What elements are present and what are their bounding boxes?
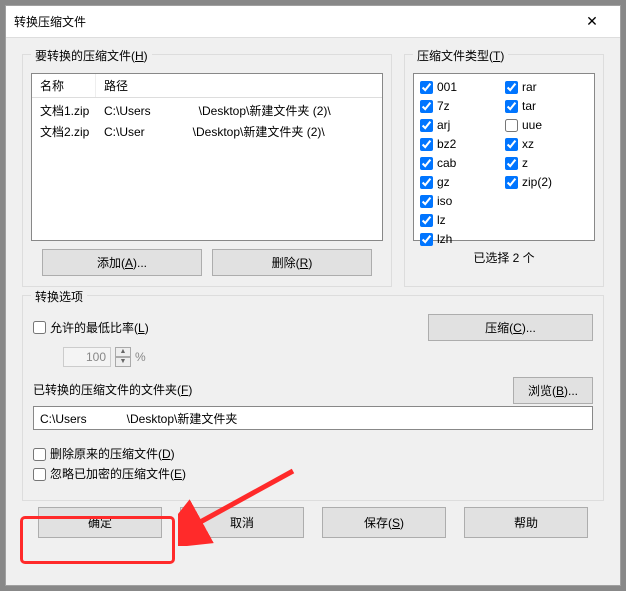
type-uue[interactable]: uue [505,116,588,134]
types-group: 压缩文件类型(T) 001 7z arj bz2 cab gz iso lz l… [404,54,604,287]
ratio-input [63,347,111,367]
files-group: 要转换的压缩文件(H) 名称 路径 文档1.zipC:\Users\Deskto… [22,54,392,287]
col-name[interactable]: 名称 [32,74,96,97]
titlebar: 转换压缩文件 ✕ [6,6,620,38]
table-row[interactable]: 文档2.zipC:\User\Desktop\新建文件夹 (2)\ [32,121,382,142]
types-legend: 压缩文件类型(T) [413,47,508,64]
type-7z[interactable]: 7z [420,97,503,115]
percent-label: % [135,350,146,364]
type-lz[interactable]: lz [420,211,503,229]
folder-label: 已转换的压缩文件的文件夹(F) [33,381,192,398]
spin-down-icon: ▼ [115,357,131,367]
type-001[interactable]: 001 [420,78,503,96]
type-rar[interactable]: rar [505,78,588,96]
type-iso[interactable]: iso [420,192,503,210]
delete-orig-checkbox[interactable]: 删除原来的压缩文件(D) [33,444,593,464]
type-xz[interactable]: xz [505,135,588,153]
spin-up-icon: ▲ [115,347,131,357]
type-bz2[interactable]: bz2 [420,135,503,153]
help-button[interactable]: 帮助 [464,507,588,538]
col-path[interactable]: 路径 [96,74,382,97]
type-lzh[interactable]: lzh [420,230,503,248]
type-gz[interactable]: gz [420,173,503,191]
folder-input[interactable] [33,406,593,430]
dialog-window: 转换压缩文件 ✕ 要转换的压缩文件(H) 名称 路径 文档1.zipC:\Use… [5,5,621,586]
type-zip(2)[interactable]: zip(2) [505,173,588,191]
allow-ratio-checkbox[interactable]: 允许的最低比率(L) [33,319,149,337]
files-legend: 要转换的压缩文件(H) [31,47,152,64]
ratio-spinner[interactable]: ▲ ▼ % [63,347,593,367]
window-title: 转换压缩文件 [14,13,572,30]
delete-button[interactable]: 删除(R) [212,249,372,276]
type-z[interactable]: z [505,154,588,172]
cancel-button[interactable]: 取消 [180,507,304,538]
selected-count: 已选择 2 个 [413,249,595,266]
browse-button[interactable]: 浏览(B)... [513,377,593,404]
type-cab[interactable]: cab [420,154,503,172]
close-button[interactable]: ✕ [572,7,612,37]
options-legend: 转换选项 [31,288,87,305]
save-button[interactable]: 保存(S) [322,507,446,538]
spinner-buttons: ▲ ▼ [115,347,131,367]
ok-button[interactable]: 确定 [38,507,162,538]
options-group: 转换选项 允许的最低比率(L) 压缩(C)... ▲ ▼ % 已转换的压缩文件的… [22,295,604,501]
compress-button[interactable]: 压缩(C)... [428,314,593,341]
list-header: 名称 路径 [32,74,382,98]
add-button[interactable]: 添加(A)... [42,249,202,276]
ignore-encrypted-checkbox[interactable]: 忽略已加密的压缩文件(E) [33,464,593,484]
types-list: 001 7z arj bz2 cab gz iso lz lzh rar tar… [413,73,595,241]
files-listview[interactable]: 名称 路径 文档1.zipC:\Users\Desktop\新建文件夹 (2)\… [31,73,383,241]
table-row[interactable]: 文档1.zipC:\Users\Desktop\新建文件夹 (2)\ [32,100,382,121]
type-arj[interactable]: arj [420,116,503,134]
type-tar[interactable]: tar [505,97,588,115]
